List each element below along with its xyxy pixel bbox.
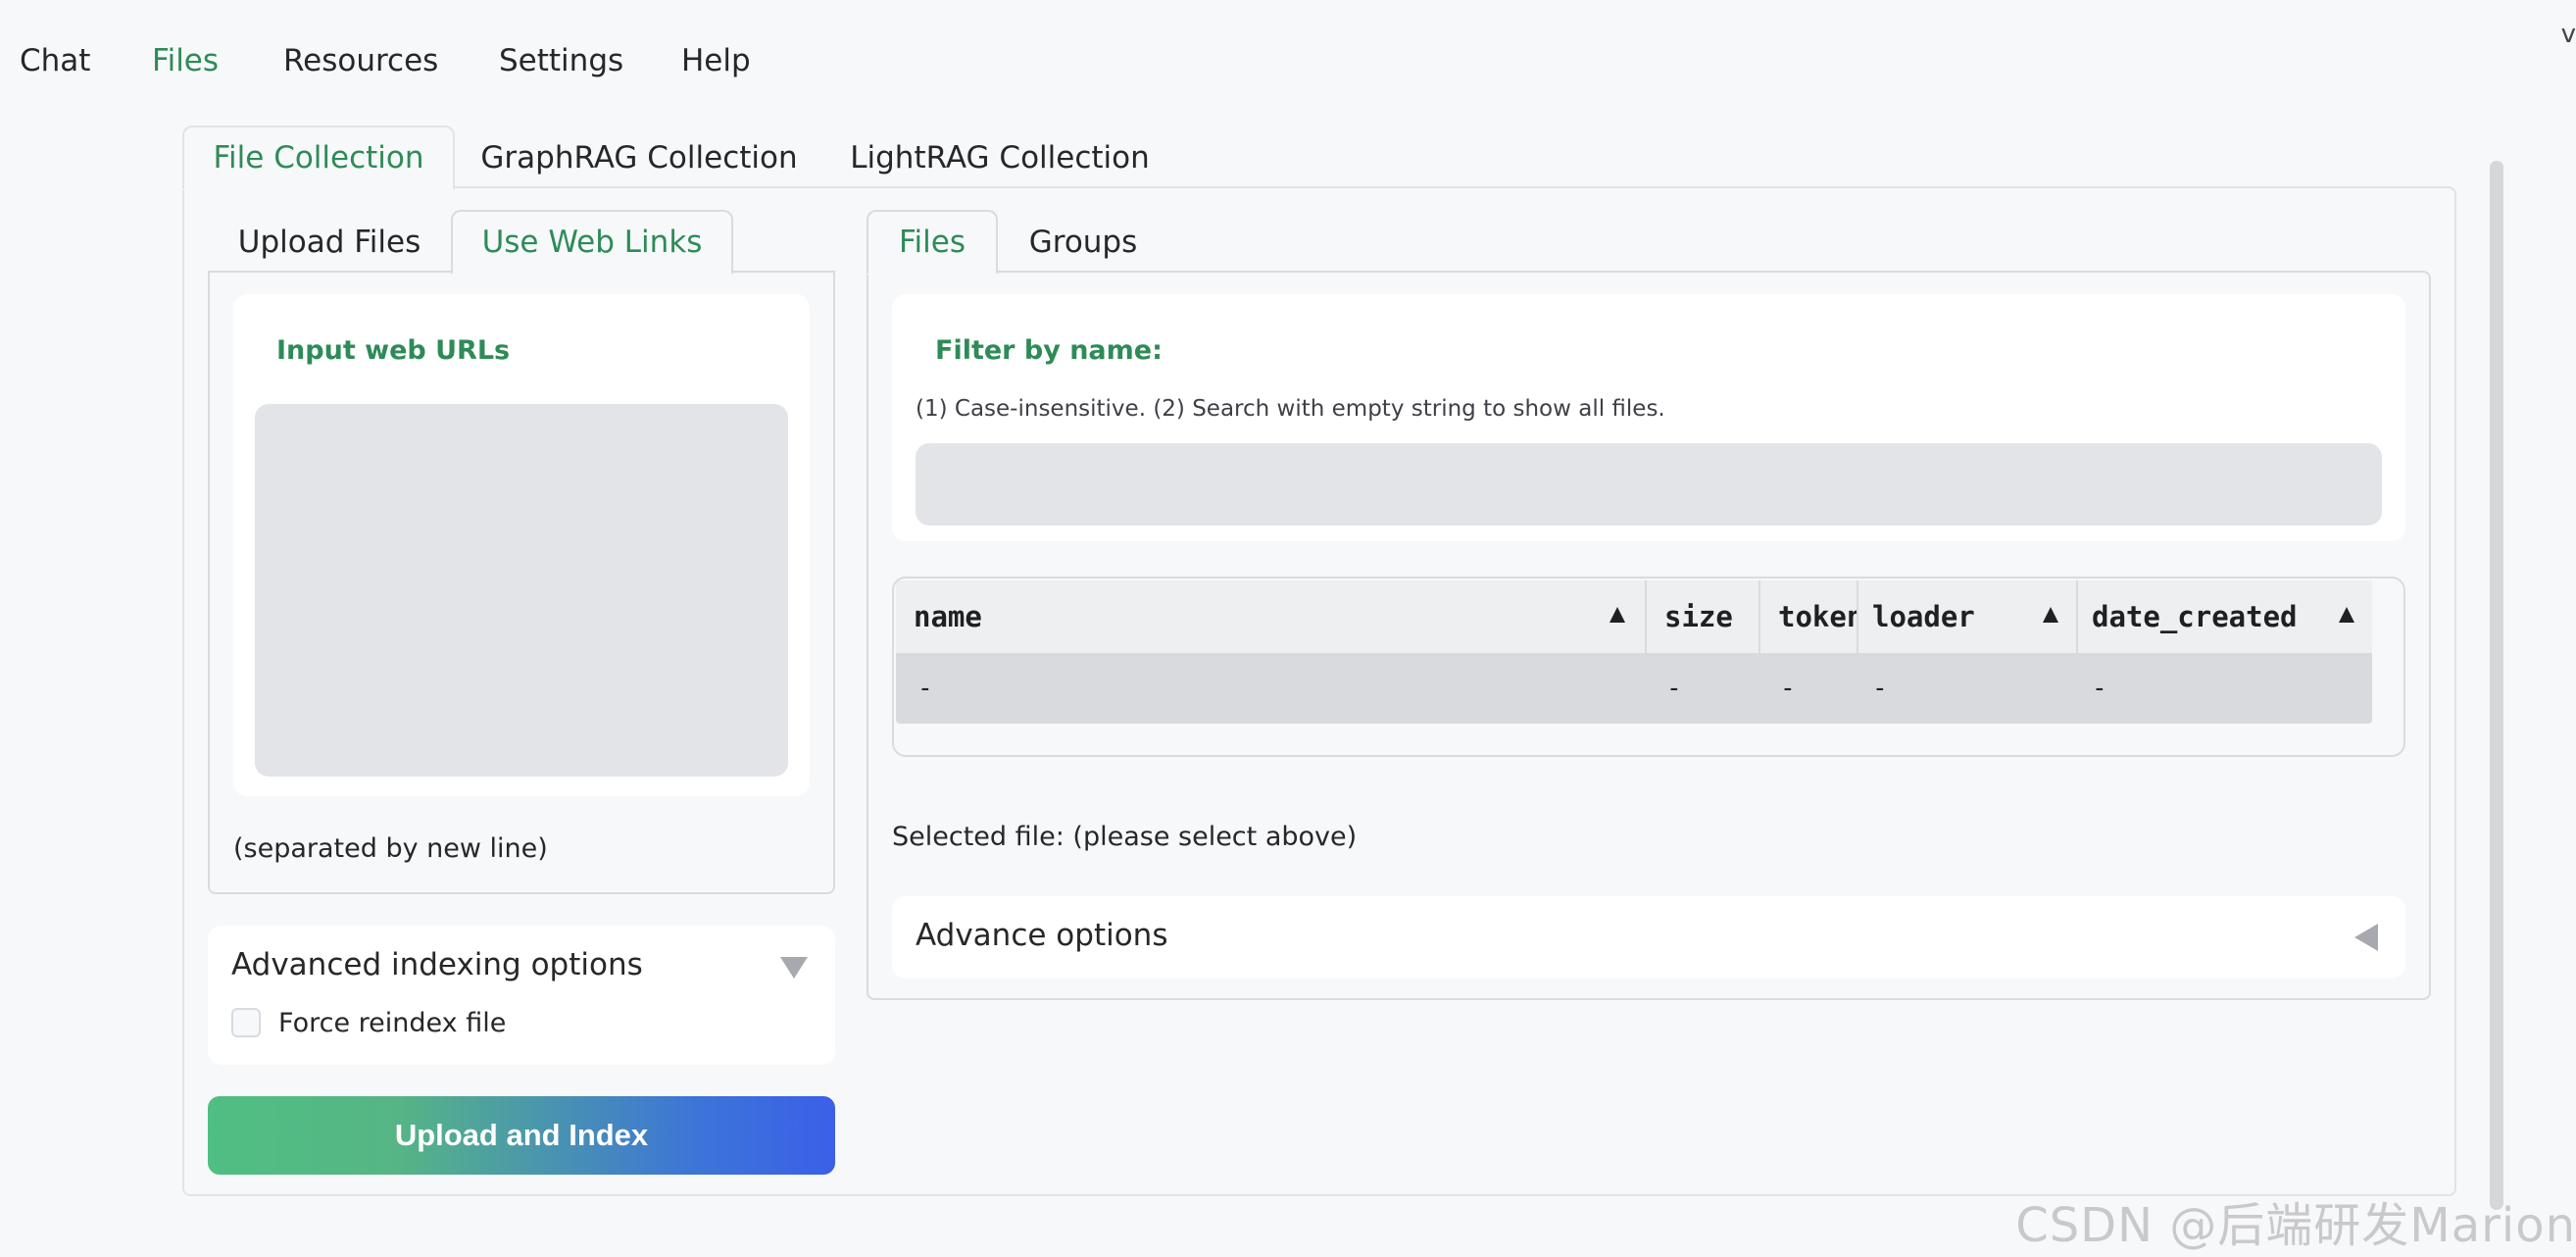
web-urls-textarea[interactable] bbox=[255, 404, 788, 777]
upload-and-index-button[interactable]: Upload and Index bbox=[208, 1096, 835, 1175]
column-header-loader[interactable]: loader bbox=[1857, 580, 2076, 653]
column-header-token[interactable]: token bbox=[1759, 580, 1857, 653]
cell-token: - bbox=[1780, 674, 1796, 703]
file-table: name size token loader date_created - - … bbox=[892, 577, 2405, 757]
sort-asc-icon[interactable] bbox=[2043, 607, 2058, 623]
force-reindex-label: Force reindex file bbox=[278, 1008, 507, 1038]
advance-options-accordion[interactable]: Advance options bbox=[892, 896, 2405, 979]
scrollbar-thumb[interactable] bbox=[2490, 161, 2503, 1210]
filter-label: Filter by name: bbox=[935, 335, 1163, 366]
tab-lightrag-collection[interactable]: LightRAG Collection bbox=[831, 126, 1168, 190]
sort-asc-icon[interactable] bbox=[1610, 607, 1625, 623]
filter-input[interactable] bbox=[916, 443, 2382, 526]
advance-options-title[interactable]: Advance options bbox=[916, 918, 1167, 953]
expand-triangle-icon[interactable] bbox=[2354, 924, 2378, 951]
column-header-date-created[interactable]: date_created bbox=[2076, 580, 2372, 653]
cell-size: - bbox=[1666, 674, 1682, 703]
force-reindex-checkbox[interactable] bbox=[231, 1008, 261, 1037]
nav-settings[interactable]: Settings bbox=[499, 43, 623, 78]
nav-chat[interactable]: Chat bbox=[20, 43, 90, 78]
web-urls-label: Input web URLs bbox=[276, 335, 511, 366]
tab-upload-files[interactable]: Upload Files bbox=[208, 210, 451, 275]
web-urls-card: Input web URLs bbox=[233, 294, 810, 796]
filter-info: (1) Case-insensitive. (2) Search with em… bbox=[916, 396, 1665, 422]
selected-file-text: Selected file: (please select above) bbox=[892, 822, 1358, 852]
cell-loader: - bbox=[1872, 674, 1888, 703]
cell-name: - bbox=[917, 674, 933, 703]
tab-graphrag-collection[interactable]: GraphRAG Collection bbox=[471, 126, 808, 190]
nav-help[interactable]: Help bbox=[681, 43, 751, 78]
cell-date-created: - bbox=[2092, 674, 2107, 703]
watermark: CSDN @后端研发Marion bbox=[2015, 1198, 2576, 1253]
advanced-indexing-title[interactable]: Advanced indexing options bbox=[231, 947, 643, 982]
nav-resources[interactable]: Resources bbox=[283, 43, 438, 78]
tab-files[interactable]: Files bbox=[867, 210, 998, 275]
sort-asc-icon[interactable] bbox=[2339, 607, 2354, 623]
tab-use-web-links[interactable]: Use Web Links bbox=[451, 210, 733, 275]
tab-file-collection[interactable]: File Collection bbox=[182, 126, 455, 190]
corner-glyph: v bbox=[2560, 20, 2576, 49]
table-header: name size token loader date_created bbox=[896, 580, 2372, 653]
column-header-size[interactable]: size bbox=[1645, 580, 1759, 653]
web-urls-hint: (separated by new line) bbox=[233, 833, 548, 864]
nav-files[interactable]: Files bbox=[152, 43, 219, 78]
advanced-indexing-accordion[interactable]: Advanced indexing options Force reindex … bbox=[208, 926, 835, 1065]
column-header-name[interactable]: name bbox=[896, 580, 1645, 653]
filter-card: Filter by name: (1) Case-insensitive. (2… bbox=[892, 294, 2405, 541]
collapse-triangle-icon[interactable] bbox=[780, 957, 808, 980]
table-row[interactable]: - - - - - bbox=[896, 653, 2372, 724]
tab-groups[interactable]: Groups bbox=[1008, 210, 1159, 275]
